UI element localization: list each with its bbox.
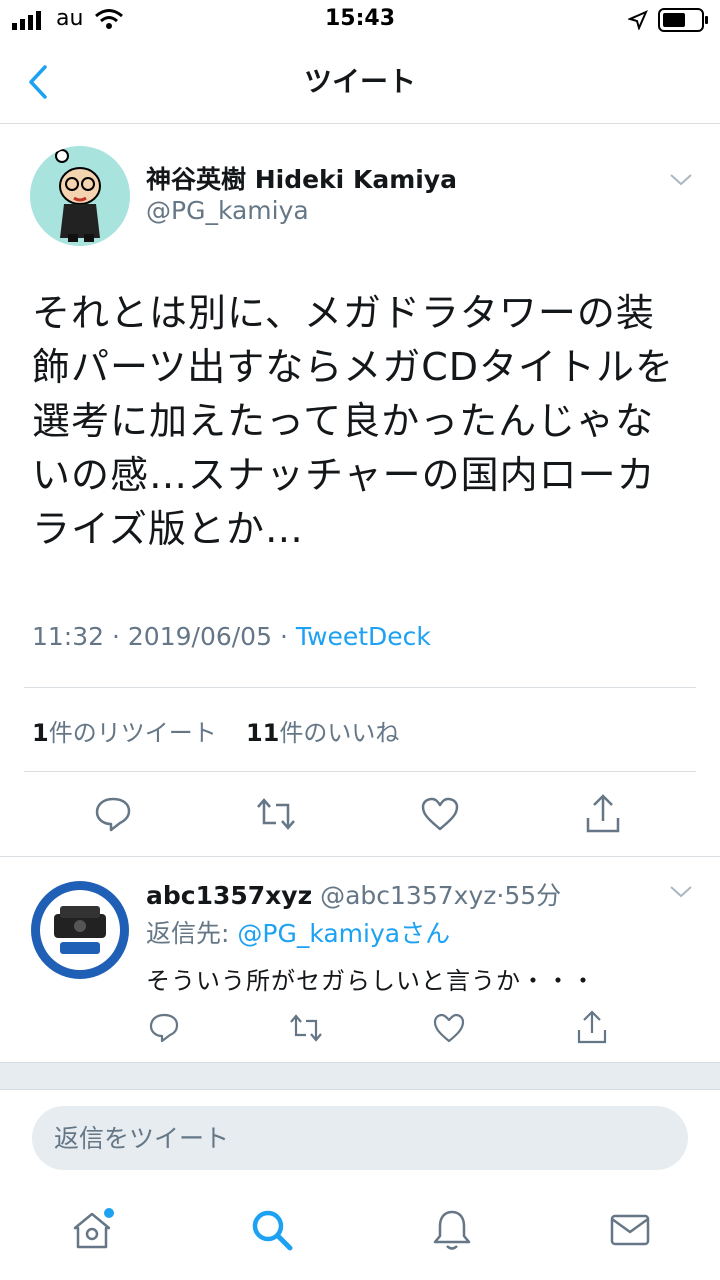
reply-to-line: 返信先: @PG_kamiyaさん <box>146 914 450 950</box>
meta-separator: · <box>279 622 296 651</box>
retweet-icon <box>257 798 295 830</box>
retweet-count-label: 件のリツイート <box>48 719 217 747</box>
share-button[interactable] <box>578 792 628 836</box>
avatar-image <box>30 146 130 246</box>
retweet-count: 1 <box>32 719 49 747</box>
tweet-stats: 1件のリツイート 11件のいいね <box>32 713 399 748</box>
retweet-icon <box>290 1014 322 1042</box>
tab-notifications[interactable] <box>424 1202 480 1258</box>
reply-to-label: 返信先: <box>146 919 238 948</box>
reply-author-name[interactable]: abc1357xyz <box>146 881 312 910</box>
status-bar: au 15:43 <box>0 0 720 40</box>
reply-to-handle[interactable]: @PG_kamiyaさん <box>237 919 450 948</box>
search-icon <box>252 1210 293 1251</box>
reply-author-handle[interactable]: @abc1357xyz <box>320 881 496 910</box>
section-separator <box>0 1062 720 1090</box>
location-icon <box>628 10 648 30</box>
tweet-text: それとは別に、メガドラタワーの装飾パーツ出すならメガCDタイトルを選考に加えたっ… <box>32 291 675 551</box>
tweet-date: 2019/06/05 <box>127 622 272 651</box>
notifications-icon <box>433 1210 471 1250</box>
chevron-down-icon <box>670 886 692 898</box>
author-name[interactable]: 神谷英樹 Hideki Kamiya <box>146 160 457 196</box>
like-button[interactable] <box>414 792 466 836</box>
home-icon <box>73 1208 114 1249</box>
meta-divider <box>24 687 696 688</box>
battery-icon <box>658 8 708 32</box>
reply-like-button[interactable] <box>428 1010 470 1046</box>
clock: 15:43 <box>324 6 396 31</box>
reply-avatar[interactable] <box>30 880 130 980</box>
like-icon <box>433 1013 465 1043</box>
reply-avatar-image <box>31 881 129 979</box>
meta-separator: · <box>112 622 128 651</box>
tweet-meta: 11:32 · 2019/06/05 · TweetDeck <box>32 622 431 651</box>
page-title: ツイート <box>303 65 416 98</box>
reply-icon <box>95 797 131 832</box>
retweet-stat[interactable]: 1件のリツイート <box>32 719 217 747</box>
share-icon <box>577 1010 607 1044</box>
reply-share-button[interactable] <box>572 1008 612 1046</box>
reply-header: abc1357xyz @abc1357xyz·55分 <box>146 876 561 912</box>
tweet-time: 11:32 <box>32 622 105 651</box>
reply-text: そういう所がセガらしいと言うか・・・ <box>146 967 596 995</box>
messages-icon <box>610 1214 650 1246</box>
reply-time: 55分 <box>504 881 562 910</box>
reply-reply-button[interactable] <box>144 1010 184 1046</box>
tab-home[interactable] <box>64 1202 120 1258</box>
retweet-button[interactable] <box>250 792 302 836</box>
reply-menu-button[interactable] <box>664 880 698 904</box>
tab-bar <box>0 1190 720 1280</box>
share-icon <box>586 794 620 833</box>
author-handle[interactable]: @PG_kamiya <box>146 196 309 225</box>
tweet-divider <box>0 856 720 857</box>
reply-icon <box>149 1013 179 1043</box>
tweet-menu-button[interactable] <box>664 168 698 192</box>
chevron-down-icon <box>670 174 692 186</box>
avatar[interactable] <box>30 146 130 246</box>
like-icon <box>421 797 459 831</box>
reply-button[interactable] <box>88 792 138 836</box>
reply-composer-input[interactable] <box>32 1106 688 1170</box>
reply-retweet-button[interactable] <box>284 1010 328 1046</box>
stats-divider <box>24 771 696 772</box>
tab-messages[interactable] <box>602 1202 658 1258</box>
tab-search[interactable] <box>244 1202 300 1258</box>
like-stat[interactable]: 11件のいいね <box>246 719 399 747</box>
like-count: 11 <box>245 719 280 747</box>
like-count-label: 件のいいね <box>279 719 400 747</box>
header-divider <box>0 123 720 124</box>
tweet-source-link[interactable]: TweetDeck <box>296 622 431 651</box>
